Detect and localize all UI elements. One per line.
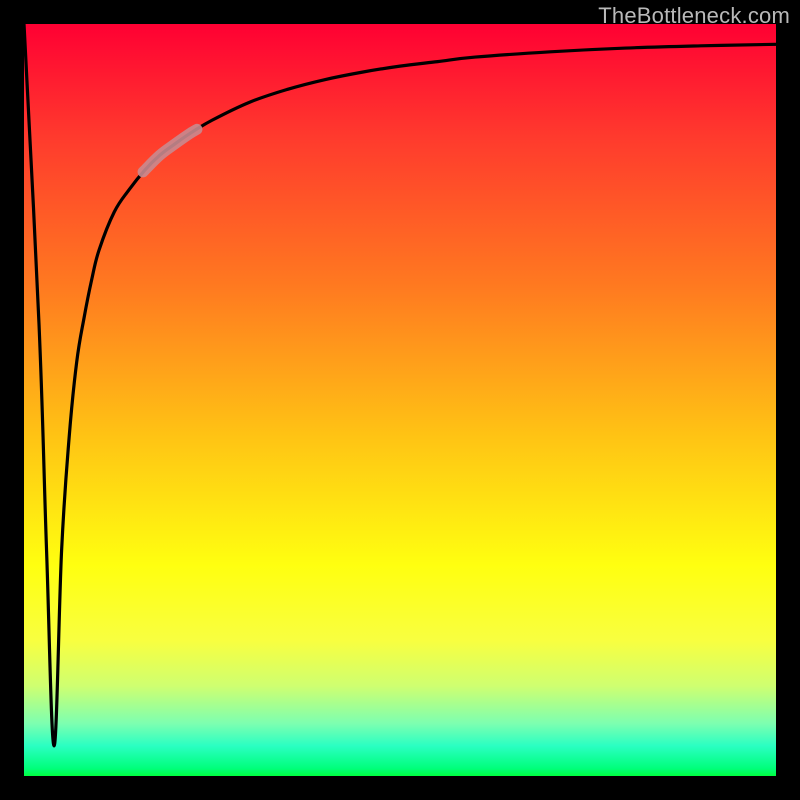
bottleneck-curve bbox=[24, 24, 776, 746]
highlight-segment bbox=[143, 129, 197, 172]
curve-svg bbox=[24, 24, 776, 776]
plot-area bbox=[24, 24, 776, 776]
attribution-watermark: TheBottleneck.com bbox=[598, 3, 790, 29]
chart-frame: TheBottleneck.com bbox=[0, 0, 800, 800]
